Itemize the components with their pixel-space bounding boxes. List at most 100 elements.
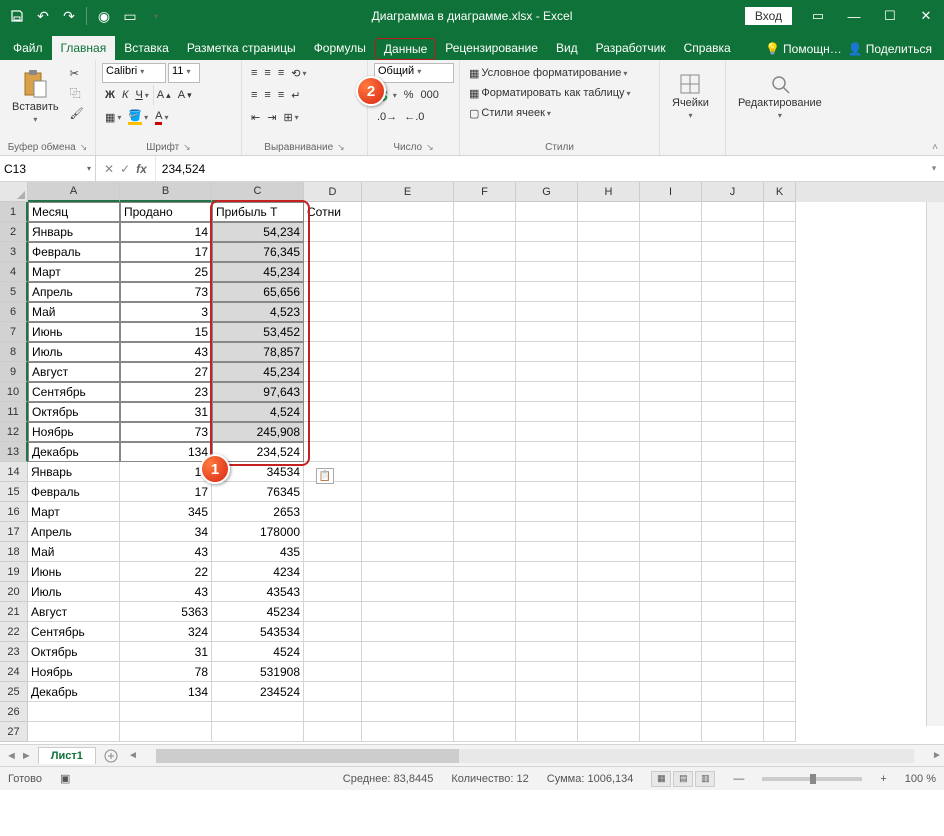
cell[interactable]: 345 — [120, 502, 212, 522]
cell[interactable]: 17 — [120, 242, 212, 262]
cell[interactable] — [640, 722, 702, 742]
cell[interactable]: 65,656 — [212, 282, 304, 302]
cell[interactable] — [454, 542, 516, 562]
cell[interactable] — [516, 362, 578, 382]
cell[interactable] — [640, 322, 702, 342]
italic-button[interactable]: К — [119, 85, 131, 105]
cell[interactable]: 53,452 — [212, 322, 304, 342]
decrease-indent-button[interactable]: ⇤ — [248, 107, 263, 127]
cell[interactable]: Январь — [28, 222, 120, 242]
cell[interactable] — [764, 662, 796, 682]
cell[interactable]: 45,234 — [212, 262, 304, 282]
cell[interactable] — [640, 462, 702, 482]
format-painter-button[interactable]: 🖌 — [67, 103, 87, 123]
row-header[interactable]: 2 — [0, 222, 28, 242]
row-header[interactable]: 21 — [0, 602, 28, 622]
zoom-slider[interactable] — [762, 777, 862, 781]
cell[interactable] — [304, 622, 362, 642]
cell[interactable] — [362, 222, 454, 242]
cell[interactable] — [454, 462, 516, 482]
cell[interactable] — [640, 222, 702, 242]
normal-view-button[interactable]: ▦ — [651, 771, 671, 787]
cell[interactable] — [516, 382, 578, 402]
cell[interactable] — [454, 322, 516, 342]
sheet-tab[interactable]: Лист1 — [38, 747, 96, 764]
ribbon-display-icon[interactable]: ▭ — [800, 0, 836, 32]
cell[interactable] — [516, 722, 578, 742]
cell[interactable]: 543534 — [212, 622, 304, 642]
cell[interactable] — [304, 582, 362, 602]
cell[interactable] — [578, 462, 640, 482]
cell[interactable] — [304, 322, 362, 342]
cell[interactable] — [578, 622, 640, 642]
cell[interactable] — [764, 402, 796, 422]
row-header[interactable]: 18 — [0, 542, 28, 562]
cell[interactable] — [304, 302, 362, 322]
cell[interactable] — [362, 382, 454, 402]
cell[interactable] — [362, 202, 454, 222]
cell[interactable]: Февраль — [28, 242, 120, 262]
cell[interactable] — [454, 662, 516, 682]
align-middle-button[interactable]: ≡ — [261, 63, 273, 83]
cell[interactable] — [212, 722, 304, 742]
decrease-decimal-button[interactable]: ←.0 — [401, 107, 427, 127]
cell[interactable] — [640, 422, 702, 442]
cell[interactable] — [516, 422, 578, 442]
cell[interactable] — [28, 722, 120, 742]
row-header[interactable]: 6 — [0, 302, 28, 322]
cell[interactable]: 43543 — [212, 582, 304, 602]
row-header[interactable]: 22 — [0, 622, 28, 642]
row-header[interactable]: 4 — [0, 262, 28, 282]
cell[interactable] — [516, 622, 578, 642]
cell[interactable] — [702, 462, 764, 482]
cell[interactable] — [362, 662, 454, 682]
editing-button[interactable]: Редактирование▾ — [732, 63, 828, 129]
cell[interactable] — [454, 402, 516, 422]
cell[interactable] — [640, 542, 702, 562]
cell[interactable] — [764, 382, 796, 402]
dialog-launcher-icon[interactable]: ↘ — [426, 142, 434, 153]
cell[interactable] — [578, 642, 640, 662]
cell[interactable] — [28, 702, 120, 722]
cell[interactable] — [702, 642, 764, 662]
merge-button[interactable]: ⊞▾ — [280, 107, 301, 127]
cell[interactable] — [304, 402, 362, 422]
ribbon-tab-вставка[interactable]: Вставка — [115, 36, 178, 60]
cell[interactable] — [640, 242, 702, 262]
cell[interactable]: Июнь — [28, 562, 120, 582]
cell[interactable] — [304, 502, 362, 522]
cell[interactable] — [578, 262, 640, 282]
cell[interactable] — [578, 302, 640, 322]
cell[interactable] — [304, 422, 362, 442]
align-center-button[interactable]: ≡ — [261, 85, 273, 105]
orientation-button[interactable]: ⟲▾ — [288, 63, 309, 83]
cell[interactable]: Январь — [28, 462, 120, 482]
row-header[interactable]: 11 — [0, 402, 28, 422]
cell[interactable] — [578, 242, 640, 262]
cell[interactable] — [640, 522, 702, 542]
borders-button[interactable]: ▦▾ — [102, 107, 124, 127]
ribbon-tab-вид[interactable]: Вид — [547, 36, 587, 60]
cell[interactable]: Сотни — [304, 202, 362, 222]
cell[interactable] — [764, 242, 796, 262]
cell[interactable]: Май — [28, 542, 120, 562]
ribbon-tab-разработчик[interactable]: Разработчик — [587, 36, 675, 60]
cut-button[interactable]: ✂ — [67, 63, 87, 83]
cell[interactable]: 4,523 — [212, 302, 304, 322]
sheet-nav-next-icon[interactable]: ► — [21, 750, 32, 762]
touch-mode-icon[interactable]: ▭ — [119, 5, 141, 27]
zoom-in-button[interactable]: + — [880, 773, 886, 785]
cell[interactable] — [764, 362, 796, 382]
cell[interactable] — [640, 642, 702, 662]
cell[interactable]: 23 — [120, 382, 212, 402]
cell[interactable] — [578, 682, 640, 702]
cell[interactable] — [516, 242, 578, 262]
cell[interactable]: 54,234 — [212, 222, 304, 242]
cell[interactable] — [362, 722, 454, 742]
cell[interactable] — [702, 502, 764, 522]
hscroll-right-icon[interactable]: ► — [930, 750, 944, 761]
align-bottom-button[interactable]: ≡ — [275, 63, 287, 83]
cell[interactable] — [304, 542, 362, 562]
align-top-button[interactable]: ≡ — [248, 63, 260, 83]
cell[interactable]: Август — [28, 602, 120, 622]
